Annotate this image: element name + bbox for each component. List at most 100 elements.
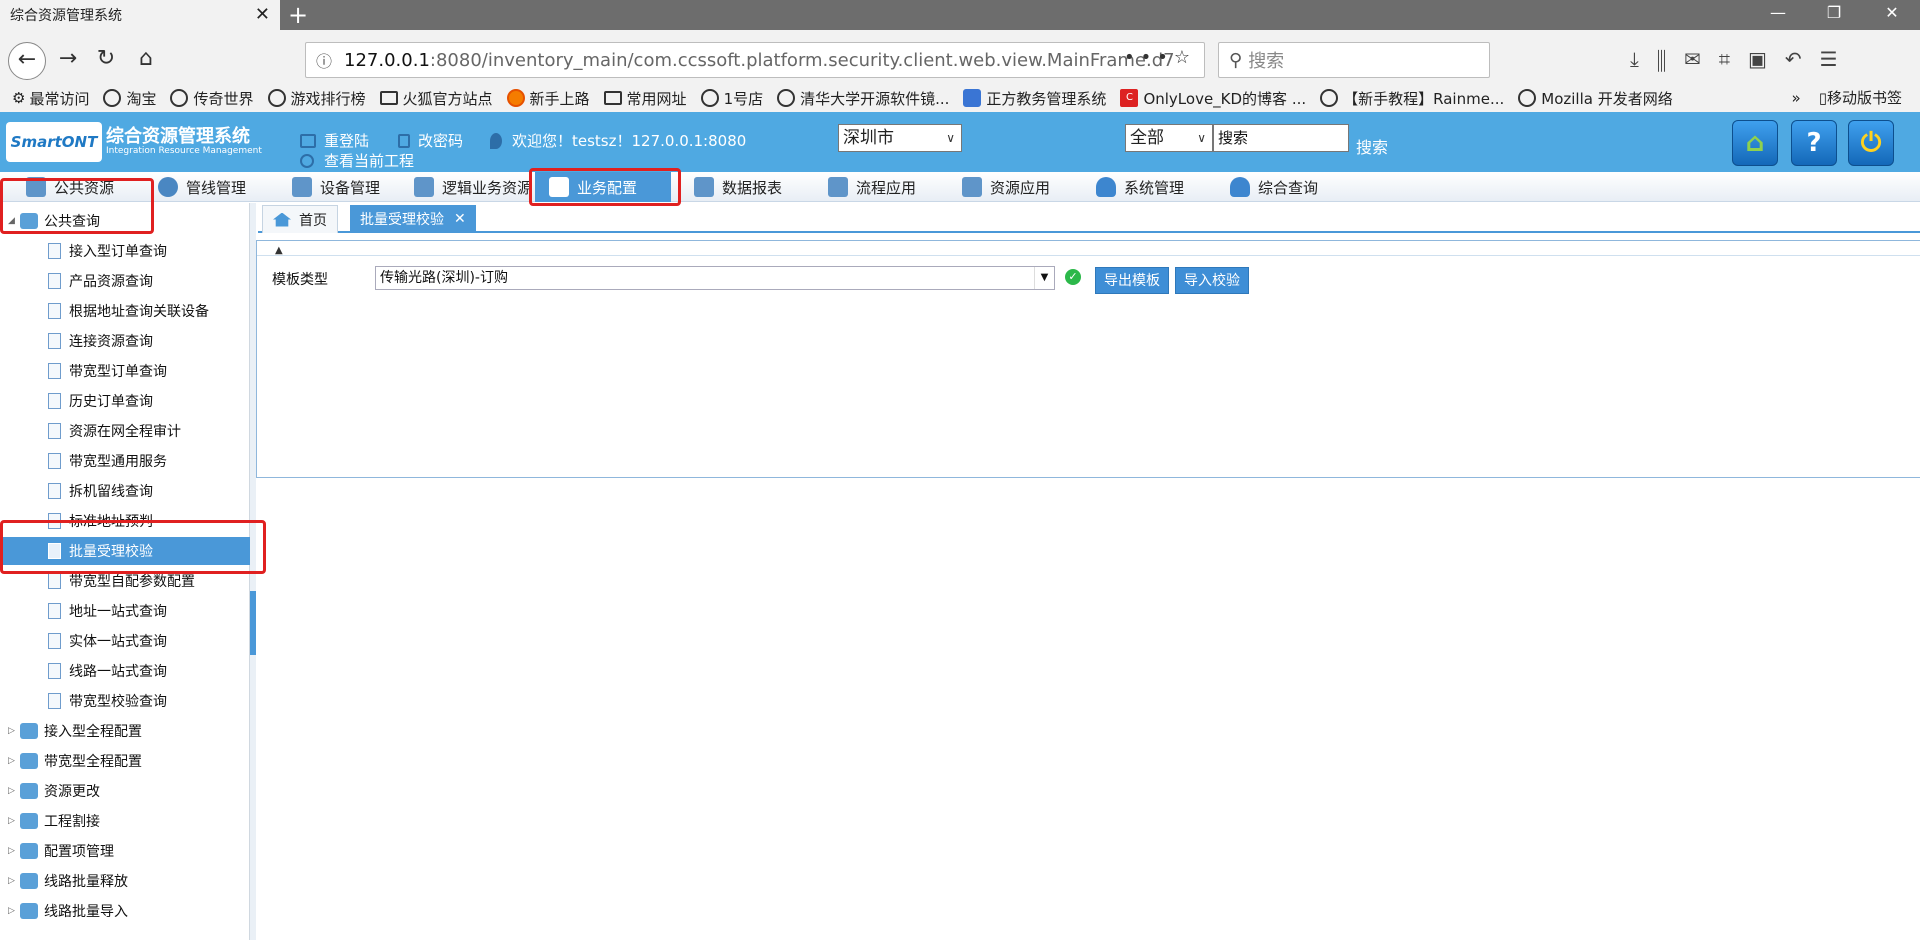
tree-leaf[interactable]: 实体一站式查询 [48, 627, 248, 655]
browser-tab[interactable]: 综合资源管理系统 ✕ [0, 0, 280, 30]
tab-home[interactable]: 首页 [262, 205, 338, 233]
relogin-link[interactable]: 重登陆 [300, 130, 369, 151]
close-window-icon[interactable]: ✕ [1872, 3, 1912, 22]
module-resource-app[interactable]: 资源应用 [962, 172, 1050, 202]
module-system[interactable]: 系统管理 [1096, 172, 1184, 202]
globe-icon [777, 89, 796, 107]
logout-button[interactable]: ⏻ [1848, 120, 1894, 166]
minimize-icon[interactable]: — [1758, 3, 1798, 22]
chevrons-icon[interactable]: » [1792, 89, 1801, 107]
tree-group[interactable]: ▷ 线路批量释放 [8, 867, 128, 895]
new-tab-icon[interactable]: + [288, 2, 308, 28]
address-bar[interactable]: ⓘ 127.0.0.1 :8080/inventory_main/com.ccs… [305, 42, 1205, 78]
template-type-select[interactable]: 传输光路(深圳)-订购 ▼ [375, 266, 1055, 290]
tree-leaf[interactable]: 带宽型通用服务 [48, 447, 248, 475]
document-icon [48, 573, 61, 589]
close-icon[interactable]: ✕ [454, 211, 466, 227]
bookmark-item[interactable]: 常用网址 [603, 88, 687, 109]
triangle-right-icon[interactable]: ▷ [8, 906, 20, 916]
triangle-right-icon[interactable]: ▷ [8, 786, 20, 796]
collapse-handle[interactable] [250, 591, 256, 655]
tree-leaf[interactable]: 地址一站式查询 [48, 597, 248, 625]
document-icon [48, 663, 61, 679]
help-button[interactable]: ? [1791, 120, 1837, 166]
triangle-right-icon[interactable]: ▷ [8, 816, 20, 826]
page-actions-icon[interactable]: •••☆ [1124, 47, 1196, 68]
module-general-query[interactable]: 综合查询 [1230, 172, 1318, 202]
globe-icon [170, 89, 189, 107]
tree-group[interactable]: ▷ 接入型全程配置 [8, 717, 142, 745]
module-logic-service[interactable]: 逻辑业务资源 [414, 172, 532, 202]
info-icon[interactable]: ⓘ [316, 48, 332, 72]
close-tab-icon[interactable]: ✕ [255, 4, 270, 25]
home-button[interactable]: ⌂ [1732, 120, 1778, 166]
import-check-button[interactable]: 导入校验 [1175, 267, 1249, 294]
tree-group[interactable]: ▷ 带宽型全程配置 [8, 747, 142, 775]
header-search-input[interactable]: 搜索 [1213, 124, 1349, 152]
welcome-text: 欢迎您！testsz！127.0.0.1:8080 [490, 130, 746, 151]
module-equipment[interactable]: 设备管理 [292, 172, 380, 202]
tree-leaf[interactable]: 带宽型订单查询 [48, 357, 248, 385]
bookmark-item[interactable]: 火狐官方站点 [379, 88, 493, 109]
city-select[interactable]: 深圳市 ∨ [838, 124, 962, 152]
highlight-box [529, 168, 681, 206]
header-search-button[interactable]: 搜索 [1356, 134, 1388, 158]
triangle-right-icon[interactable]: ▷ [8, 846, 20, 856]
briefcase-icon [20, 903, 38, 919]
module-menu: 公共资源 管线管理 设备管理 逻辑业务资源 业务配置 数据报表 流程应用 资源应… [0, 172, 1920, 202]
browser-titlebar: 综合资源管理系统 ✕ + — ❐ ✕ [0, 0, 1920, 30]
bookmark-item[interactable]: 清华大学开源软件镜... [777, 88, 949, 109]
triangle-right-icon[interactable]: ▷ [8, 756, 20, 766]
bookmark-item[interactable]: 1号店 [700, 88, 763, 109]
briefcase-icon [20, 873, 38, 889]
restore-icon[interactable]: ❐ [1814, 3, 1854, 22]
content-tabs: 首页 批量受理校验 ✕ [258, 203, 1920, 233]
bookmark-item[interactable]: ⚙ 最常访问 [12, 88, 89, 109]
bookmark-item[interactable]: 传奇世界 [170, 88, 254, 109]
browser-search-input[interactable]: ⚲ 搜索 [1218, 42, 1490, 78]
bookmark-item[interactable]: 淘宝 [103, 88, 156, 109]
box-icon [962, 177, 982, 197]
bookmark-item[interactable]: 新手上路 [506, 88, 590, 109]
forward-arrow-icon[interactable]: → [52, 44, 84, 74]
module-workflow[interactable]: 流程应用 [828, 172, 916, 202]
reload-icon[interactable]: ↻ [90, 44, 122, 74]
tree-leaf[interactable]: 历史订单查询 [48, 387, 248, 415]
chevron-down-icon[interactable]: ▼ [1034, 267, 1054, 289]
browser-toolbar-icons[interactable]: ⤓⫼✉⌗▣↶☰ [1630, 47, 1856, 71]
bookmark-item[interactable]: 【新手教程】Rainme... [1320, 88, 1504, 109]
tree-leaf[interactable]: 根据地址查询关联设备 [48, 297, 248, 325]
bookmark-item[interactable]: 游戏排行榜 [267, 88, 366, 109]
tree-leaf[interactable]: 资源在网全程审计 [48, 417, 248, 445]
export-template-button[interactable]: 导出模板 [1095, 267, 1169, 294]
bookmark-item[interactable]: C OnlyLove_KD的博客 ... [1120, 88, 1306, 109]
tree-leaf[interactable]: 产品资源查询 [48, 267, 248, 295]
tree-leaf[interactable]: 接入型订单查询 [48, 237, 248, 265]
change-password-link[interactable]: 改密码 [398, 130, 463, 151]
tree-leaf[interactable]: 连接资源查询 [48, 327, 248, 355]
bookmark-item[interactable]: 正方教务管理系统 [963, 88, 1106, 109]
document-icon [48, 633, 61, 649]
bookmarks-bar: ⚙ 最常访问 淘宝 传奇世界 游戏排行榜 火狐官方站点 新手上路 常用网址 1号店… [0, 84, 1920, 112]
tree-group[interactable]: ▷ 工程割接 [8, 807, 100, 835]
tree-group[interactable]: ▷ 资源更改 [8, 777, 100, 805]
mobile-bookmarks[interactable]: » ▯移动版书签 [1792, 84, 1902, 112]
equipment-icon [292, 177, 312, 197]
bookmark-item[interactable]: Mozilla 开发者网络 [1518, 88, 1673, 109]
tree-leaf[interactable]: 线路一站式查询 [48, 657, 248, 685]
module-pipeline[interactable]: 管线管理 [158, 172, 246, 202]
tree-leaf[interactable]: 带宽型校验查询 [48, 687, 248, 715]
app-subtitle: Integration Resource Management [106, 146, 262, 156]
back-arrow-icon[interactable]: ← [8, 42, 46, 80]
home-icon[interactable]: ⌂ [130, 44, 162, 74]
current-project-link[interactable]: 查看当前工程 [300, 150, 414, 171]
tree-group[interactable]: ▷ 配置项管理 [8, 837, 114, 865]
url-host: 127.0.0.1 [344, 49, 430, 71]
module-data-report[interactable]: 数据报表 [694, 172, 782, 202]
scope-select[interactable]: 全部 ∨ [1125, 124, 1213, 152]
triangle-right-icon[interactable]: ▷ [8, 876, 20, 886]
triangle-right-icon[interactable]: ▷ [8, 726, 20, 736]
tree-leaf[interactable]: 拆机留线查询 [48, 477, 248, 505]
tree-group[interactable]: ▷ 线路批量导入 [8, 897, 128, 925]
tab-batch-check[interactable]: 批量受理校验 ✕ [350, 205, 476, 233]
